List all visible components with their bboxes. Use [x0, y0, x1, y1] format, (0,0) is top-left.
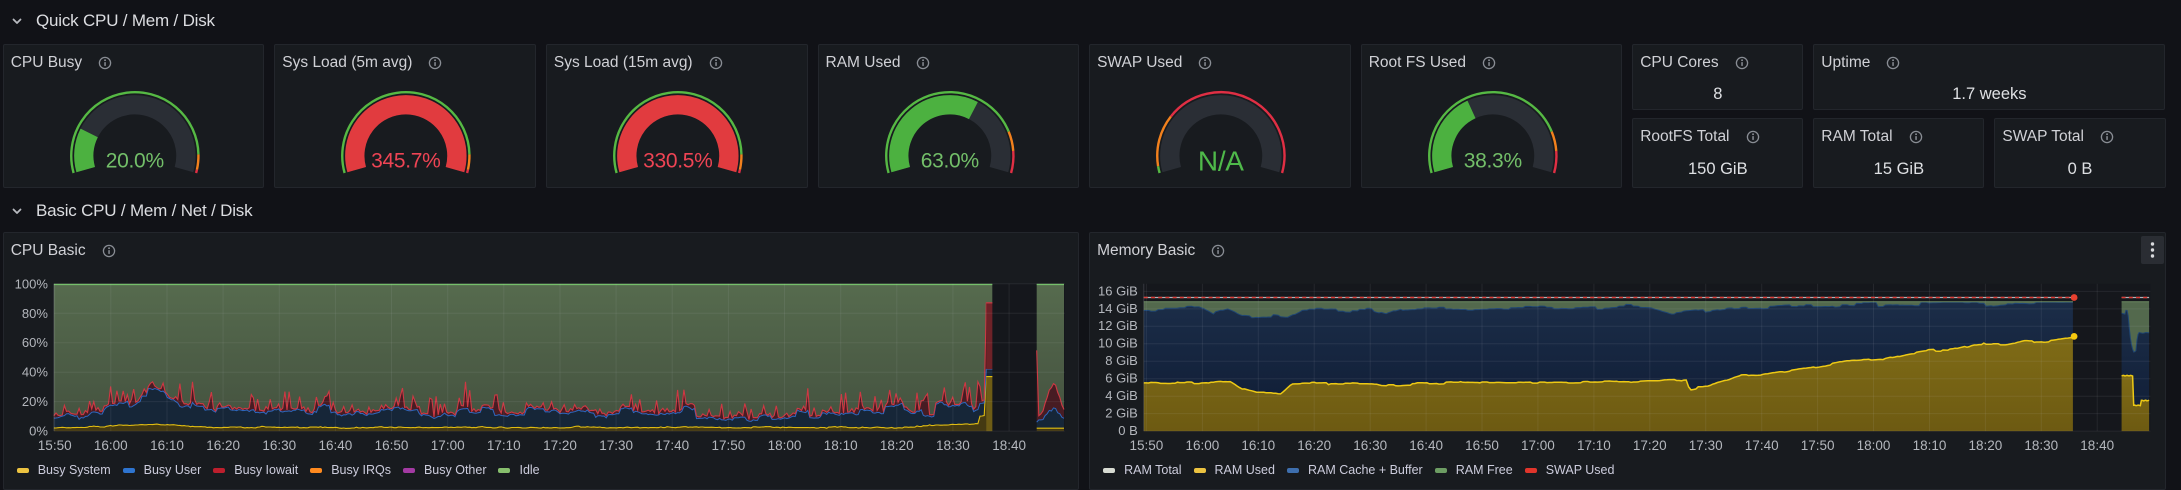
- svg-text:4 GiB: 4 GiB: [1105, 388, 1138, 403]
- svg-text:60%: 60%: [22, 335, 48, 350]
- svg-text:17:10: 17:10: [487, 438, 521, 453]
- svg-text:16:20: 16:20: [1297, 438, 1331, 453]
- svg-text:17:40: 17:40: [655, 438, 689, 453]
- svg-text:8 GiB: 8 GiB: [1105, 353, 1138, 368]
- svg-text:80%: 80%: [22, 306, 48, 321]
- svg-text:100%: 100%: [14, 276, 48, 291]
- svg-text:18:40: 18:40: [2080, 438, 2114, 453]
- svg-text:40%: 40%: [22, 365, 48, 380]
- svg-text:17:50: 17:50: [711, 438, 745, 453]
- svg-text:18:00: 18:00: [767, 438, 801, 453]
- svg-text:17:20: 17:20: [543, 438, 577, 453]
- svg-text:17:30: 17:30: [1689, 438, 1723, 453]
- svg-text:12 GiB: 12 GiB: [1098, 318, 1138, 333]
- svg-text:16:50: 16:50: [374, 438, 408, 453]
- svg-text:18:20: 18:20: [880, 438, 914, 453]
- svg-text:16:00: 16:00: [94, 438, 128, 453]
- svg-text:14 GiB: 14 GiB: [1098, 301, 1138, 316]
- svg-text:15:50: 15:50: [37, 438, 71, 453]
- svg-text:18:30: 18:30: [2024, 438, 2058, 453]
- svg-text:16:10: 16:10: [150, 438, 184, 453]
- svg-text:18:30: 18:30: [936, 438, 970, 453]
- svg-text:17:00: 17:00: [1521, 438, 1555, 453]
- svg-text:0%: 0%: [29, 424, 48, 439]
- svg-text:18:10: 18:10: [823, 438, 857, 453]
- svg-text:63.0%: 63.0%: [920, 149, 978, 172]
- svg-text:2 GiB: 2 GiB: [1105, 406, 1138, 421]
- svg-text:17:10: 17:10: [1577, 438, 1611, 453]
- svg-text:16:30: 16:30: [1353, 438, 1387, 453]
- svg-text:15:50: 15:50: [1130, 438, 1164, 453]
- svg-text:16:00: 16:00: [1186, 438, 1220, 453]
- svg-text:17:40: 17:40: [1745, 438, 1779, 453]
- svg-text:38.3%: 38.3%: [1463, 149, 1521, 172]
- svg-text:16:40: 16:40: [1409, 438, 1443, 453]
- svg-text:18:10: 18:10: [1913, 438, 1947, 453]
- svg-text:17:00: 17:00: [430, 438, 464, 453]
- svg-text:20%: 20%: [22, 394, 48, 409]
- svg-text:10 GiB: 10 GiB: [1098, 336, 1138, 351]
- svg-text:17:30: 17:30: [599, 438, 633, 453]
- svg-text:18:40: 18:40: [992, 438, 1026, 453]
- svg-text:18:00: 18:00: [1857, 438, 1891, 453]
- svg-text:18:20: 18:20: [1969, 438, 2003, 453]
- svg-text:17:20: 17:20: [1633, 438, 1667, 453]
- svg-text:345.7%: 345.7%: [371, 149, 440, 172]
- svg-text:16:40: 16:40: [318, 438, 352, 453]
- svg-text:6 GiB: 6 GiB: [1105, 371, 1138, 386]
- svg-text:20.0%: 20.0%: [105, 149, 163, 172]
- svg-text:330.5%: 330.5%: [643, 149, 712, 172]
- svg-text:16 GiB: 16 GiB: [1098, 283, 1138, 298]
- svg-text:16:20: 16:20: [206, 438, 240, 453]
- svg-text:16:10: 16:10: [1241, 438, 1275, 453]
- svg-text:16:30: 16:30: [262, 438, 296, 453]
- svg-text:17:50: 17:50: [1801, 438, 1835, 453]
- svg-text:N/A: N/A: [1198, 145, 1244, 176]
- svg-text:16:50: 16:50: [1465, 438, 1499, 453]
- svg-text:0 B: 0 B: [1118, 423, 1138, 438]
